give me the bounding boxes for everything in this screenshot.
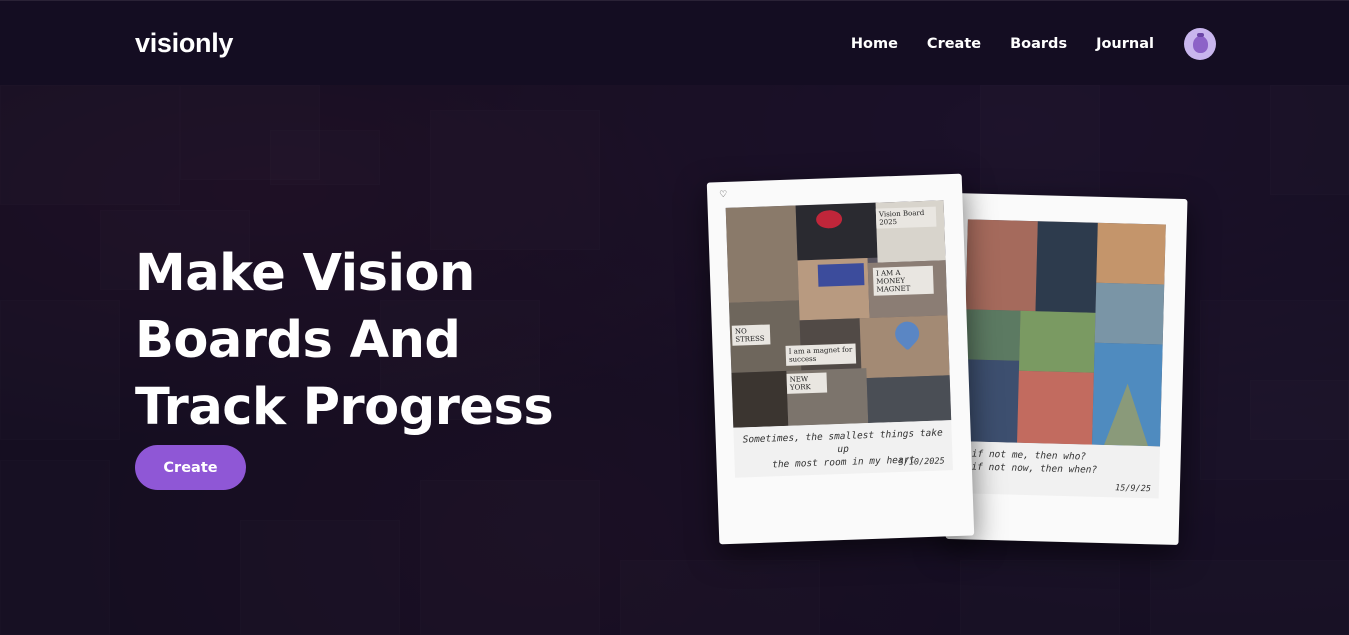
heart-doodle-icon: ♡ — [719, 189, 728, 201]
top-navbar: visionly Home Create Boards Journal — [0, 0, 1349, 85]
hero-title: Make Vision Boards And Track Progress — [135, 240, 655, 441]
success-note: I am a magnet for success — [785, 343, 857, 366]
caption: if not me, then who? if not now, then wh… — [971, 448, 1154, 479]
caption-area: if not me, then who? if not now, then wh… — [960, 441, 1161, 499]
hero-title-line: Make Vision — [135, 244, 475, 303]
polaroid-card[interactable]: if not me, then who? if not now, then wh… — [945, 193, 1188, 545]
caption-date: 5/10/2025 — [898, 456, 945, 469]
caption-date: 15/9/25 — [1114, 483, 1152, 495]
vision-board-note: Vision Board 2025 — [875, 206, 937, 229]
travel-collage-image — [962, 219, 1166, 447]
no-stress-note: NO STRESS — [731, 324, 771, 346]
new-york-note: NEW YORK — [786, 372, 828, 394]
logo[interactable]: visionly — [135, 28, 233, 59]
caption-area: Sometimes, the smallest things take up t… — [733, 420, 953, 478]
hero-title-line: Boards And — [135, 311, 461, 370]
nav-home[interactable]: Home — [851, 36, 898, 52]
nav-create[interactable]: Create — [927, 36, 981, 52]
hero-title-line: Track Progress — [135, 378, 554, 437]
money-magnet-note: I AM A MONEY MAGNET — [872, 265, 934, 296]
polaroid-card[interactable]: ♡ Vision Board 2025 I AM A MONEY MAGNET … — [706, 173, 975, 545]
vision-collage-image: Vision Board 2025 I AM A MONEY MAGNET I … — [725, 200, 952, 428]
nav-boards[interactable]: Boards — [1010, 36, 1067, 52]
create-button[interactable]: Create — [135, 445, 246, 490]
nav-journal[interactable]: Journal — [1096, 36, 1154, 52]
user-avatar[interactable] — [1184, 28, 1216, 60]
plum-icon — [1192, 32, 1208, 53]
main-nav: Home Create Boards Journal — [822, 28, 1216, 60]
